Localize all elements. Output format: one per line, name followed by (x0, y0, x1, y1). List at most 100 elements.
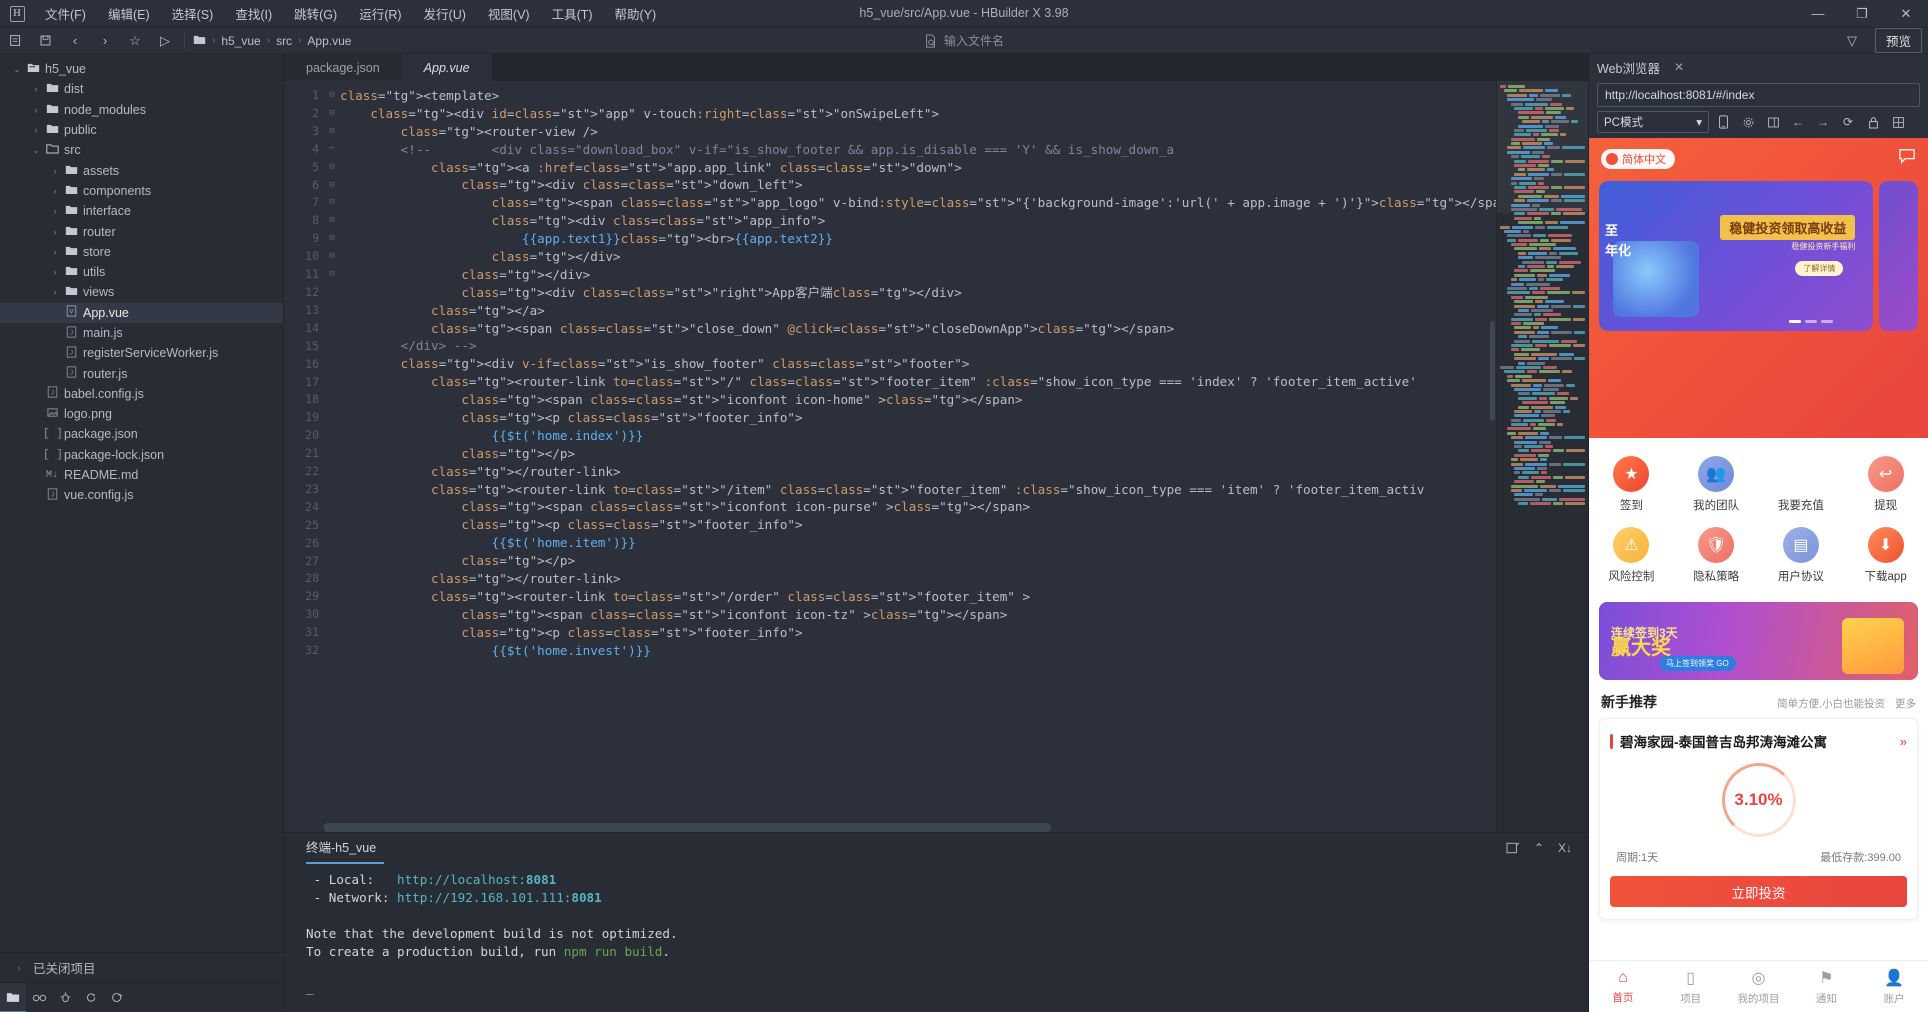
file-tree-item[interactable]: Jvue.config.js (0, 485, 283, 505)
save-icon[interactable] (30, 29, 60, 53)
tabbar-item-user[interactable]: 👤 账户 (1860, 961, 1928, 1012)
fold-marker[interactable]: ⊟ (324, 177, 340, 195)
code-line[interactable]: {{app.text1}}class="tg"><br>{{app.text2}… (340, 230, 1588, 248)
file-tree-item[interactable]: logo.png (0, 404, 283, 424)
term-network-url[interactable]: http://192.168.101.111: (397, 890, 571, 905)
message-icon[interactable] (1898, 148, 1916, 169)
vertical-scrollbar[interactable] (1490, 321, 1495, 421)
sidebar-tab-plugin[interactable] (104, 983, 130, 1012)
filter-icon[interactable]: ▽ (1837, 29, 1867, 53)
banner-slide-1[interactable]: 稳健投资领取高收益 稳健投资新手福利 了解详情 (1599, 181, 1874, 331)
file-tree-item[interactable]: JregisterServiceWorker.js (0, 343, 283, 363)
code-line[interactable]: class="tg"><router-view /> (340, 123, 1588, 141)
banner-slide-2[interactable]: 至 年化 (1605, 181, 1918, 331)
browser-reload-icon[interactable]: ⟳ (1837, 111, 1859, 133)
tree-chevron-icon[interactable]: › (48, 166, 62, 176)
hero-banner-carousel[interactable]: 稳健投资领取高收益 稳健投资新手福利 了解详情 至 年化 (1599, 181, 1918, 331)
run-icon[interactable]: ▷ (150, 29, 180, 53)
code-content[interactable]: class="tg"><template> class="tg"><div id… (340, 81, 1588, 832)
menu-help[interactable]: 帮助(Y) (604, 1, 668, 26)
code-line[interactable]: class="tg"><router-link to=class="st">"/… (340, 588, 1588, 606)
menu-run[interactable]: 运行(R) (348, 1, 412, 26)
lock-icon[interactable] (1862, 111, 1884, 133)
code-line[interactable]: class="tg"></p> (340, 445, 1588, 463)
tab-app-vue[interactable]: App.vue (401, 54, 492, 81)
mobile-tabbar[interactable]: ⌂ 首页 ▯ 项目 ◎ 我的项目 ⚑ 通知 👤 账户 (1589, 960, 1928, 1012)
term-local-url[interactable]: http://localhost: (397, 872, 526, 887)
tab-package-json[interactable]: package.json (284, 54, 402, 81)
breadcrumb-file[interactable]: App.vue (307, 34, 351, 48)
mobile-device-icon[interactable] (1712, 111, 1734, 133)
file-tree-item[interactable]: [ ] package-lock.json (0, 445, 283, 465)
quick-action-warning[interactable]: ⚠ 风险控制 (1589, 519, 1674, 590)
file-tree-item[interactable]: › assets (0, 160, 283, 180)
fold-marker[interactable]: ⊟ (324, 230, 340, 248)
breadcrumb-src[interactable]: src (276, 34, 292, 48)
code-line[interactable]: class="tg"></router-link> (340, 463, 1588, 481)
quick-action-grid[interactable]: ★ 签到 👥 我的团队 ▤ 我要充值 ↩ 提现 ⚠ 风险控制 🛡 隐私策略 ▤ 用户协议 ⬇ 下载app (1589, 438, 1928, 594)
code-line[interactable]: class="tg"><div class=class="st">"app_in… (340, 212, 1588, 230)
quick-action-team[interactable]: 👥 我的团队 (1674, 448, 1759, 519)
code-line[interactable]: class="tg"><span class=class="st">"close… (340, 320, 1588, 338)
carousel-dot[interactable] (1789, 320, 1802, 323)
code-minimap[interactable] (1496, 81, 1588, 832)
tree-chevron-icon[interactable]: › (48, 247, 62, 257)
browser-viewport[interactable]: 简体中文 稳健投资领取高收益 稳健投资新手福利 了解详情 至 年化 ★ 签到 👥… (1589, 138, 1928, 1012)
file-tree-item[interactable]: › utils (0, 262, 283, 282)
code-line[interactable]: {{$t('home.invest')}} (340, 642, 1588, 660)
code-line[interactable]: class="tg"><div id=class="st">"app" v-to… (340, 105, 1588, 123)
quick-action-shield[interactable]: 🛡 隐私策略 (1674, 519, 1759, 590)
closed-projects-row[interactable]: › 已关闭项目 (0, 952, 283, 982)
file-tree-item[interactable]: Jmain.js (0, 323, 283, 343)
menu-find[interactable]: 查找(I) (224, 1, 283, 26)
browser-close-icon[interactable]: ✕ (1674, 60, 1684, 74)
bookmark-star-icon[interactable]: ☆ (120, 29, 150, 53)
file-tree-item[interactable]: › node_modules (0, 100, 283, 120)
code-editor[interactable]: 1 2 3 4 5 6 7 8 9 10 11 12 13 14 15 16 17 18 19 20 21 22 23 24 2… (284, 81, 1588, 832)
sidebar-tab-run[interactable] (78, 983, 104, 1012)
fold-marker[interactable]: ⊟ (324, 87, 340, 105)
code-line[interactable]: class="tg"><a :href=class="st">"app.app_… (340, 159, 1588, 177)
quick-action-star[interactable]: ★ 签到 (1589, 448, 1674, 519)
grid-layout-icon[interactable] (1887, 111, 1909, 133)
promo-button[interactable]: 马上签到领奖 GO (1659, 656, 1736, 671)
new-file-icon[interactable] (0, 29, 30, 53)
tabbar-item-bell[interactable]: ⚑ 通知 (1792, 961, 1860, 1012)
fold-marker[interactable]: ⊟ (324, 194, 340, 212)
inspect-icon[interactable] (1762, 111, 1784, 133)
file-tree-item[interactable]: ⌄ h5_vue (0, 59, 283, 79)
file-search[interactable]: 输入文件名 (924, 32, 1004, 49)
tree-chevron-icon[interactable]: › (48, 227, 62, 237)
tree-chevron-icon[interactable]: ⌄ (29, 145, 43, 156)
tabbar-item-home[interactable]: ⌂ 首页 (1589, 961, 1657, 1012)
breadcrumb-project[interactable]: h5_vue (221, 34, 260, 48)
code-line[interactable]: class="tg"></div> (340, 266, 1588, 284)
code-line[interactable]: class="tg"><span class=class="st">"app_l… (340, 194, 1588, 212)
tabbar-item-myitem[interactable]: ◎ 我的项目 (1725, 961, 1793, 1012)
tree-chevron-icon[interactable]: › (48, 287, 62, 297)
gear-icon[interactable] (1737, 111, 1759, 133)
carousel-dot[interactable] (1805, 320, 1818, 323)
file-tree-item[interactable]: M↓ README.md (0, 465, 283, 485)
fold-marker[interactable]: ⊟ (324, 105, 340, 123)
file-tree-item[interactable]: › store (0, 242, 283, 262)
sidebar-tab-project[interactable] (0, 982, 26, 1012)
quick-action-withdraw[interactable]: ↩ 提现 (1843, 448, 1928, 519)
browser-back-icon[interactable]: ← (1787, 111, 1809, 133)
fold-marker[interactable]: ⊟ (324, 212, 340, 230)
file-tree-item[interactable]: ⌄ src (0, 140, 283, 160)
forward-icon[interactable]: › (90, 29, 120, 53)
promo-banner[interactable]: 连续签到3天 赢大奖 马上签到领奖 GO (1599, 602, 1918, 680)
file-tree-item[interactable]: › views (0, 282, 283, 302)
carousel-dots[interactable] (1789, 320, 1834, 323)
minimize-button[interactable]: — (1796, 0, 1840, 28)
tabbar-item-project[interactable]: ▯ 项目 (1657, 961, 1725, 1012)
code-line[interactable]: class="tg"></a> (340, 302, 1588, 320)
code-line[interactable]: class="tg"><p class=class="st">"footer_i… (340, 624, 1588, 642)
fold-marker[interactable]: ⊟ (324, 123, 340, 141)
tree-chevron-icon[interactable]: › (29, 125, 43, 135)
section-more-link[interactable]: 更多 (1895, 696, 1916, 711)
tree-chevron-icon[interactable]: › (29, 84, 43, 94)
sidebar-tab-search[interactable] (26, 983, 52, 1012)
browser-url-bar[interactable]: http://localhost:8081/#/index (1597, 83, 1920, 107)
